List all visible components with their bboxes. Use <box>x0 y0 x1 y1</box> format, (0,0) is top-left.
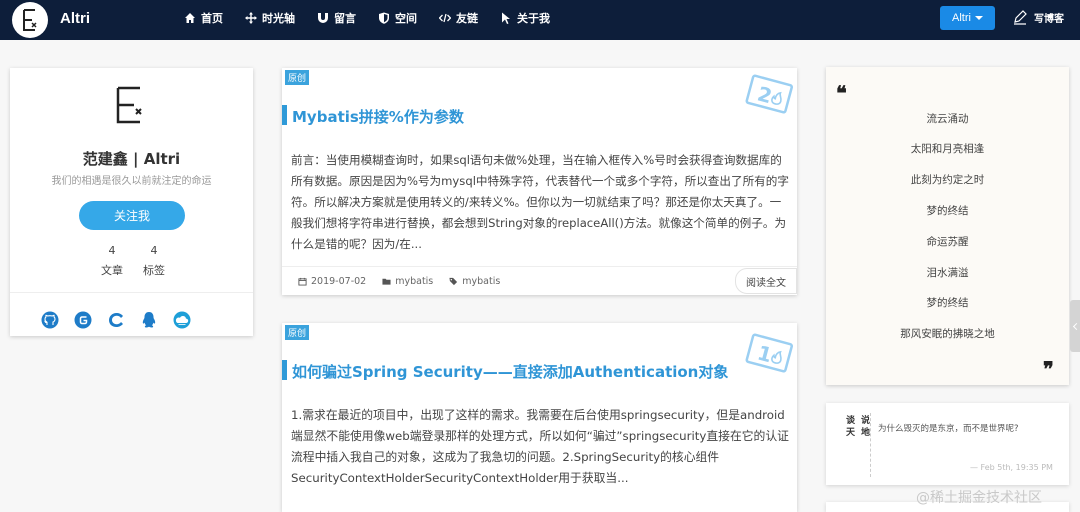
nav-about[interactable]: 关于我 <box>500 10 550 26</box>
calendar-icon <box>298 277 307 286</box>
quote-close-icon: ❞ <box>1043 357 1054 381</box>
top-navbar: Altri 首页 时光轴 留言 空间 友链 关于我 Altri 写博客 <box>0 0 1080 40</box>
qq-link[interactable] <box>140 311 158 329</box>
title-accent-bar <box>282 105 287 125</box>
folder-icon <box>382 278 391 285</box>
stat-tags[interactable]: 4 标签 <box>142 244 166 278</box>
site-logo[interactable] <box>12 2 48 38</box>
nav-friends[interactable]: 友链 <box>439 10 478 26</box>
cloud-icon <box>173 311 191 329</box>
poem-line: 太阳和月亮相逢 <box>910 143 985 155</box>
poem-line: 梦的终结 <box>926 297 969 309</box>
nav-space[interactable]: 空间 <box>378 10 417 26</box>
caret-down-icon <box>974 16 983 20</box>
profile-stats: 4 文章 4 标签 <box>100 244 166 278</box>
divider <box>870 413 871 477</box>
profile-card: 范建鑫 | Altri 我们的相遇是很久以前就注定的命运 关注我 4 文章 4 … <box>10 68 253 336</box>
article-excerpt: 前言：当使用模糊查询时，如果sql语句未做%处理，当在输入框传入%号时会获得查询… <box>291 153 789 251</box>
article-excerpt: 1.需求在最近的项目中，出现了这样的需求。我需要在后台使用springsecur… <box>291 408 789 485</box>
code-icon <box>439 13 451 23</box>
article-card: 原创 Mybatis拼接%作为参数 2 前言：当使用模糊查询时，如果sql语句未… <box>282 68 797 295</box>
quote-card: ❝ 流云涌动 太阳和月亮相逢 此刻为约定之时 梦的终结 命运苏醒 泪水满溢 梦的… <box>826 67 1069 385</box>
poem-line: 那风安眠的拂晓之地 <box>900 328 995 340</box>
poem-line: 流云涌动 <box>926 113 969 125</box>
chat-card: 谈天 说地 为什么毁灭的是东京，而不是世界呢? — Feb 5th, 19:35… <box>826 403 1069 485</box>
write-blog-button[interactable]: 写博客 <box>1012 9 1064 25</box>
nav-home[interactable]: 首页 <box>184 10 223 26</box>
article-category[interactable]: mybatis <box>382 276 433 287</box>
gitee-icon <box>74 311 92 329</box>
user-menu-button[interactable]: Altri <box>940 6 995 30</box>
article-tags[interactable]: mybatis <box>449 276 500 287</box>
watermark: @稀土掘金技术社区 <box>916 490 1042 506</box>
article-title[interactable]: Mybatis拼接%作为参数 <box>292 106 464 127</box>
title-accent-bar <box>282 360 287 380</box>
qq-icon <box>142 312 156 328</box>
svg-text:2: 2 <box>755 82 775 109</box>
cloud-link[interactable] <box>173 311 191 329</box>
pointer-icon <box>502 12 510 24</box>
article-meta: 2019-07-02 mybatis mybatis <box>298 276 500 287</box>
home-icon <box>185 13 195 23</box>
chat-message: 为什么毁灭的是东京，而不是世界呢? <box>878 424 1019 434</box>
social-links <box>41 311 191 329</box>
profile-name: 范建鑫 | Altri <box>82 150 181 168</box>
chat-timestamp: — Feb 5th, 19:35 PM <box>970 463 1053 472</box>
original-badge: 原创 <box>285 70 310 85</box>
magnet-icon <box>318 13 328 23</box>
shield-icon <box>379 12 389 24</box>
nav-timeline[interactable]: 时光轴 <box>245 10 295 26</box>
hot-rank-badge: 2 <box>745 74 794 116</box>
csdn-icon <box>109 313 123 327</box>
main-nav: 首页 时光轴 留言 空间 友链 关于我 <box>184 10 550 26</box>
poem-line: 泪水满溢 <box>926 267 969 279</box>
article-title[interactable]: 如何骗过Spring Security——直接添加Authentication对… <box>292 361 728 382</box>
gitee-link[interactable] <box>74 311 92 329</box>
pen-icon <box>1014 10 1027 25</box>
poem-line: 命运苏醒 <box>926 236 969 248</box>
follow-button[interactable]: 关注我 <box>79 201 185 230</box>
quote-open-icon: ❝ <box>836 81 847 105</box>
poem-line: 梦的终结 <box>926 205 969 217</box>
csdn-link[interactable] <box>107 311 125 329</box>
sidebar-toggle[interactable] <box>1070 300 1080 352</box>
stat-articles[interactable]: 4 文章 <box>100 244 124 278</box>
hot-rank-badge: 1 <box>745 333 794 375</box>
original-badge: 原创 <box>285 325 310 340</box>
chat-title: 谈天 说地 <box>844 415 869 439</box>
article-card: 原创 如何骗过Spring Security——直接添加Authenticati… <box>282 323 797 512</box>
article-date: 2019-07-02 <box>298 276 366 287</box>
arrows-move-icon <box>245 12 257 24</box>
divider <box>282 266 797 267</box>
svg-text:1: 1 <box>755 341 775 368</box>
github-icon <box>41 311 59 329</box>
tags-icon <box>449 277 458 286</box>
poem-line: 此刻为约定之时 <box>910 174 985 186</box>
profile-logo-icon <box>116 86 142 124</box>
nav-guestbook[interactable]: 留言 <box>317 10 356 26</box>
profile-motto: 我们的相遇是很久以前就注定的命运 <box>51 176 212 187</box>
read-more-button[interactable]: 阅读全文 <box>735 268 797 294</box>
divider <box>10 292 253 293</box>
github-link[interactable] <box>41 311 59 329</box>
brand-name[interactable]: Altri <box>60 10 90 27</box>
chevron-left-icon <box>1072 322 1080 330</box>
